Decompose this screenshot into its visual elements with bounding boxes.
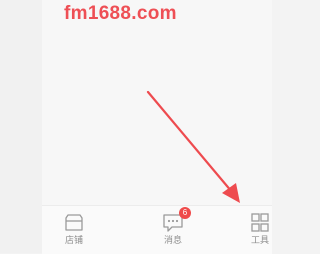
store-icon	[63, 213, 85, 233]
tab-store-label: 店铺	[64, 236, 83, 246]
message-count-badge: 6	[179, 207, 191, 219]
bottom-tab-bar: 店铺 6 消息 工具	[42, 205, 272, 254]
tab-messages-label: 消息	[163, 236, 182, 246]
tab-tools[interactable]: 工具	[238, 210, 282, 252]
tab-tools-label: 工具	[250, 236, 269, 246]
tab-store[interactable]: 店铺	[52, 210, 96, 252]
message-icon: 6	[162, 207, 191, 233]
tab-messages[interactable]: 6 消息	[151, 207, 195, 252]
grid-tools-icon	[249, 213, 271, 233]
